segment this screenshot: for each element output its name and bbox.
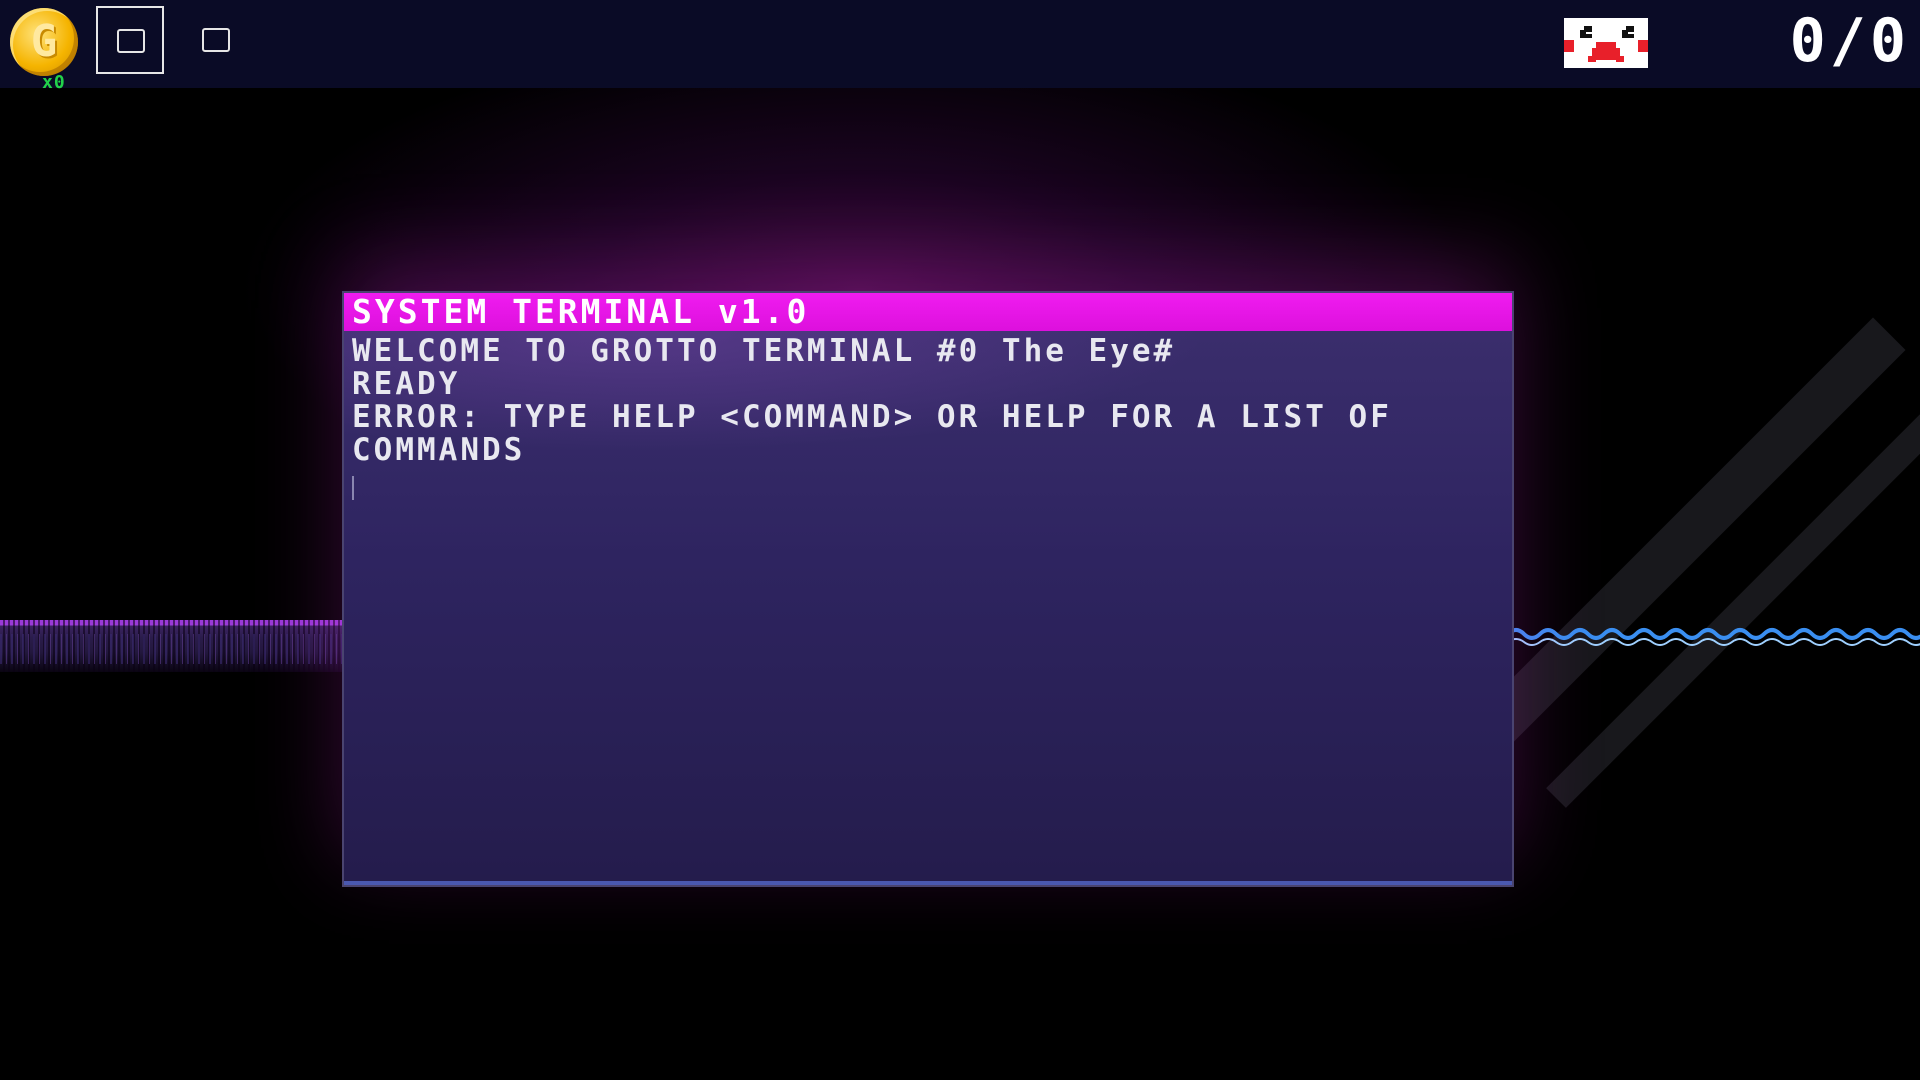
coin-count: x0 <box>42 72 66 93</box>
pixel-face-icon <box>1564 18 1648 68</box>
terminal-line-ready: READY <box>352 366 461 402</box>
coin-glyph: G <box>30 16 58 67</box>
terminal-input-cursor[interactable] <box>352 476 354 500</box>
system-terminal-window[interactable]: SYSTEM TERMINAL v1.0 WELCOME TO GROTTO T… <box>342 291 1514 887</box>
ground-texture <box>0 634 342 664</box>
hud-bar: G x0 0/0 <box>0 0 1920 93</box>
game-screen: G x0 0/0 SYSTEM TERMINAL v1.0 WELCOME TO… <box>0 0 1920 1080</box>
item-slot-selected[interactable] <box>96 6 164 74</box>
terminal-bottom-edge <box>344 881 1512 885</box>
gold-coin-icon: G <box>10 8 78 76</box>
score-counter: 0/0 <box>1789 6 1910 76</box>
terminal-line-error: ERROR: TYPE HELP <COMMAND> OR HELP FOR A… <box>352 399 1414 468</box>
water-wave <box>1508 628 1920 646</box>
item-slot[interactable] <box>202 28 230 52</box>
terminal-titlebar: SYSTEM TERMINAL v1.0 <box>344 293 1512 331</box>
terminal-output: WELCOME TO GROTTO TERMINAL #0 The Eye# R… <box>352 335 1492 467</box>
terminal-title: SYSTEM TERMINAL v1.0 <box>352 292 810 331</box>
empty-slot-icon <box>117 29 145 53</box>
terminal-line-welcome: WELCOME TO GROTTO TERMINAL #0 The Eye# <box>352 333 1176 369</box>
